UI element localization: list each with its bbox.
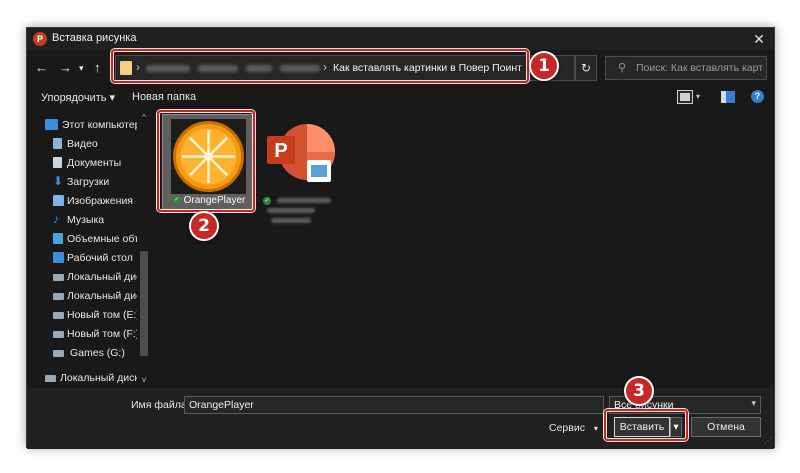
- back-arrow-icon[interactable]: ←: [35, 60, 48, 76]
- documents-icon: [53, 157, 62, 168]
- chevron-down-icon: ▾: [751, 398, 756, 408]
- scroll-up-arrow-icon[interactable]: ^: [138, 113, 150, 122]
- scroll-down-arrow-icon[interactable]: v: [138, 375, 150, 384]
- drive-icon: [45, 375, 56, 382]
- annotation-badge-2: 2: [189, 211, 219, 241]
- pictures-icon: [53, 195, 64, 206]
- annotation-badge-3: 3: [624, 376, 654, 406]
- title-bar: P Вставка рисунка ✕: [27, 28, 774, 50]
- 3d-objects-icon: [53, 233, 63, 244]
- sidebar-item-games-g[interactable]: Games (G:): [53, 345, 137, 363]
- sidebar-scrollbar[interactable]: ^ v: [137, 111, 151, 388]
- desktop-icon: [53, 252, 64, 263]
- sidebar-item-desktop[interactable]: Рабочий стол: [53, 250, 137, 268]
- annotation-box-address: [111, 49, 529, 83]
- view-chevron-down-icon[interactable]: ▾: [696, 92, 704, 104]
- blurred-filename-line: [271, 218, 311, 223]
- filename-input[interactable]: [184, 396, 604, 414]
- search-placeholder: Поиск: Как вставлять карти...: [636, 62, 764, 74]
- dialog-title: Вставка рисунка: [52, 32, 137, 44]
- organize-menu[interactable]: Упорядочить ▾: [41, 91, 115, 104]
- annotation-badge-1: 1: [529, 51, 559, 81]
- tools-menu[interactable]: Сервис ▾: [549, 422, 598, 434]
- help-icon[interactable]: ?: [751, 90, 764, 103]
- sidebar-item-pictures[interactable]: Изображения: [53, 193, 137, 211]
- scroll-thumb[interactable]: [140, 251, 148, 356]
- recent-locations-chevron-icon[interactable]: ▾: [79, 60, 84, 76]
- music-icon: ♪: [53, 212, 59, 226]
- cancel-button[interactable]: Отмена: [691, 417, 761, 437]
- annotation-box-file: [157, 110, 255, 212]
- insert-picture-dialog: P Вставка рисунка ✕ ← → ▾ ↑ › › Как вста…: [26, 27, 775, 449]
- drive-icon: [53, 312, 64, 319]
- sidebar-item-local-disk-network[interactable]: Локальный диск: [45, 370, 137, 388]
- new-folder-button[interactable]: Новая папка: [132, 91, 196, 103]
- sync-check-icon: ✓: [263, 197, 271, 206]
- sidebar-item-documents[interactable]: Документы: [53, 155, 137, 173]
- drive-icon: [53, 274, 64, 281]
- drive-icon: [53, 293, 64, 300]
- filename-label: Имя файла:: [131, 399, 190, 411]
- blurred-filename-line: [267, 208, 315, 213]
- powerpoint-file-icon: P: [263, 118, 338, 193]
- chevron-down-icon: ▾: [593, 424, 598, 433]
- sidebar-item-video[interactable]: Видео: [53, 136, 137, 154]
- close-button[interactable]: ✕: [750, 30, 768, 48]
- drive-icon: [53, 331, 64, 338]
- view-options-icon[interactable]: [677, 90, 693, 104]
- powerpoint-app-icon: P: [33, 32, 47, 46]
- file-tile-powerpoint[interactable]: P ✓: [255, 114, 347, 223]
- sidebar-item-new-volume-e[interactable]: Новый том (E:): [53, 307, 137, 325]
- up-arrow-icon[interactable]: ↑: [94, 60, 101, 76]
- svg-text:P: P: [274, 140, 287, 162]
- refresh-icon[interactable]: ↻: [575, 55, 597, 81]
- search-icon: ⚲: [618, 62, 627, 74]
- search-input[interactable]: ⚲ Поиск: Как вставлять карти...: [605, 56, 767, 80]
- computer-icon: [45, 119, 58, 130]
- sidebar-item-3d-objects[interactable]: Объемные объ: [53, 231, 137, 249]
- preview-pane-icon[interactable]: [721, 91, 735, 103]
- downloads-icon: ⬇: [53, 174, 64, 188]
- sidebar-item-local-disk-c[interactable]: Локальный дис: [53, 269, 137, 287]
- blurred-filename-line: [277, 198, 331, 203]
- forward-arrow-icon[interactable]: →: [59, 60, 72, 76]
- navigation-pane: Этот компьютер Видео Документы ⬇ Загрузк…: [27, 111, 151, 388]
- sidebar-item-downloads[interactable]: ⬇ Загрузки: [53, 174, 137, 192]
- video-icon: [53, 138, 62, 149]
- sidebar-item-this-pc[interactable]: Этот компьютер: [45, 117, 137, 135]
- sidebar-item-new-volume-f[interactable]: Новый том (F:): [53, 326, 137, 344]
- resize-grip-icon[interactable]: ⋰: [764, 436, 772, 445]
- sidebar-item-local-disk-d[interactable]: Локальный дис: [53, 288, 137, 306]
- drive-icon: [53, 350, 64, 357]
- annotation-box-insert: [604, 409, 688, 441]
- sidebar-item-music[interactable]: ♪ Музыка: [53, 212, 137, 230]
- file-name-label: ✓: [263, 195, 274, 207]
